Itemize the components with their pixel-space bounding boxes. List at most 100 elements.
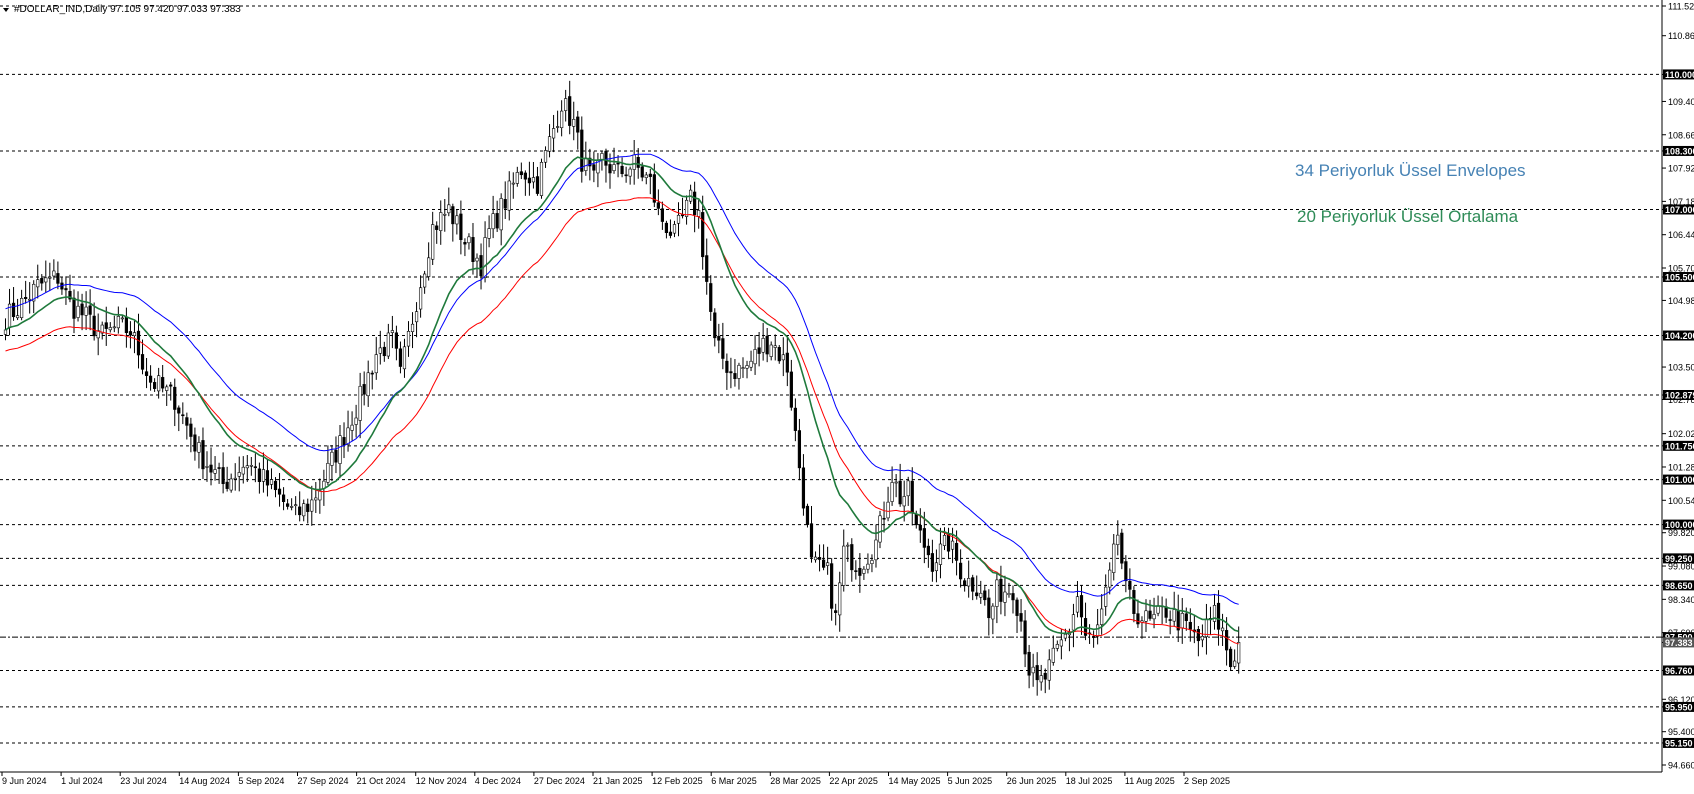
candle-body	[616, 162, 620, 165]
candle-body	[950, 540, 955, 550]
candle-body	[604, 150, 608, 166]
candle-body	[499, 198, 503, 231]
candle-body	[116, 316, 120, 329]
candle-body	[439, 212, 443, 231]
x-tick-label: 14 May 2025	[889, 776, 941, 786]
candle-body	[290, 506, 294, 508]
candle-body	[394, 332, 399, 349]
legend-ema: 20 Periyorluk Üssel Ortalama	[1297, 207, 1519, 226]
candle-body	[390, 330, 394, 333]
candle-body	[132, 332, 137, 337]
chart-canvas[interactable]: 111.520 110.860 110.000 109.400 108.660 108.3…	[0, 0, 1694, 789]
candle-body	[431, 224, 435, 260]
x-tick-label: 18 Jul 2025	[1066, 776, 1113, 786]
candle-body	[84, 306, 88, 316]
level-price-label: 95.150	[1665, 738, 1693, 748]
candle-body	[676, 214, 681, 224]
candle-body	[854, 570, 858, 572]
candle-body	[410, 323, 415, 332]
candle-body	[983, 590, 987, 601]
candle-body	[975, 592, 979, 597]
y-tick-label: 95.400	[1668, 727, 1694, 737]
candle-body	[556, 126, 560, 128]
candle-body	[1015, 599, 1019, 616]
price-chart[interactable]: 111.520 110.860 110.000 109.400 108.660 108.3…	[0, 0, 1694, 789]
candle-body	[809, 523, 814, 558]
candle-body	[1216, 602, 1221, 630]
candle-body	[342, 437, 346, 446]
y-tick-label: 102.020	[1668, 429, 1694, 439]
candle-body	[842, 545, 846, 586]
candle-body	[652, 174, 656, 203]
candle-body	[423, 273, 427, 288]
candle-body	[971, 577, 975, 592]
candle-body	[753, 349, 757, 365]
candle-body	[934, 562, 939, 572]
level-price-label: 110.000	[1665, 70, 1694, 80]
candle-body	[169, 384, 173, 387]
candle-body	[930, 553, 934, 572]
candle-body	[491, 213, 495, 230]
candle-body	[717, 335, 721, 341]
candle-body	[1168, 619, 1172, 621]
candle-body	[1229, 648, 1233, 668]
candle-body	[564, 98, 568, 111]
candle-body	[330, 451, 334, 466]
level-price-label: 101.750	[1665, 441, 1694, 451]
candle-body	[237, 472, 241, 477]
candle-body	[866, 563, 870, 570]
candle-body	[886, 501, 890, 519]
candle-body	[28, 298, 32, 301]
y-tick-label: 103.500	[1668, 363, 1694, 373]
candle-body	[128, 331, 133, 336]
candle-body	[954, 542, 959, 561]
candle-body	[1120, 532, 1124, 564]
candle-body	[1124, 561, 1128, 582]
candle-body	[1152, 614, 1156, 620]
candle-body	[318, 490, 322, 501]
candle-body	[523, 172, 527, 180]
candle-body	[1233, 660, 1237, 667]
candle-body	[668, 231, 673, 236]
candle-body	[878, 515, 882, 543]
candle-body	[72, 297, 76, 319]
y-tick-label: 104.980	[1668, 296, 1694, 306]
candle-body	[261, 469, 266, 482]
candle-body	[338, 435, 342, 464]
candle-body	[777, 347, 781, 362]
candle-body	[697, 210, 701, 217]
x-tick-label: 12 Feb 2025	[652, 776, 703, 786]
candle-body	[898, 480, 902, 505]
candle-body	[20, 298, 24, 318]
candle-body	[269, 479, 274, 485]
candle-body	[560, 110, 564, 129]
candle-body	[1059, 639, 1063, 647]
candle-body	[519, 171, 523, 176]
level-price-label: 99.250	[1665, 554, 1693, 564]
candle-body	[1003, 591, 1007, 603]
candle-body	[459, 213, 463, 240]
candle-body	[967, 578, 971, 587]
candle-body	[572, 118, 576, 127]
candle-body	[108, 327, 112, 331]
candle-body	[789, 371, 793, 408]
candle-body	[834, 610, 838, 613]
candle-body	[362, 384, 366, 395]
candle-body	[805, 505, 810, 525]
candle-body	[366, 372, 370, 397]
candle-body	[535, 176, 540, 194]
candle-body	[850, 544, 854, 571]
candle-body	[1128, 580, 1132, 590]
candle-body	[281, 494, 286, 502]
candle-body	[1043, 672, 1047, 680]
candle-body	[705, 255, 709, 282]
candle-body	[358, 385, 362, 421]
candle-body	[733, 373, 737, 379]
legend-envelopes: 34 Periyorluk Üssel Envelopes	[1295, 161, 1526, 180]
candle-body	[245, 465, 249, 469]
candle-body	[773, 345, 777, 348]
candle-body	[1031, 666, 1035, 674]
candle-body	[781, 354, 785, 361]
candle-body	[495, 213, 499, 229]
candle-body	[1172, 609, 1176, 622]
